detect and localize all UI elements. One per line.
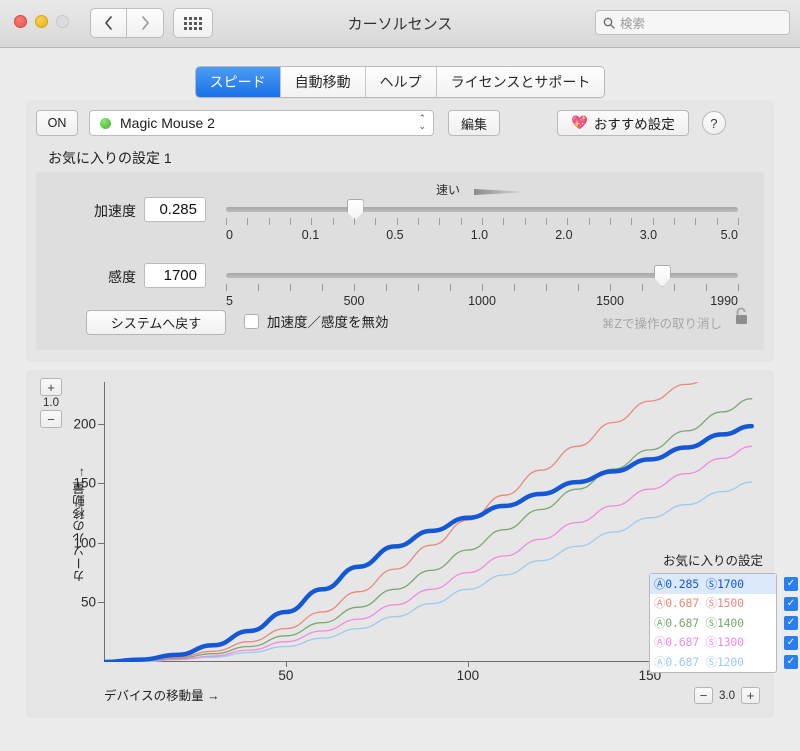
sensitivity-value-field[interactable]: 1700 [144, 263, 206, 288]
legend-visibility-checkbox[interactable]: ✓ [784, 635, 798, 650]
legend-visibility-checkbox[interactable]: ✓ [784, 655, 798, 669]
cursorsense-window: カーソルセンス 検索 スピード 自動移動 ヘルプ ライセンスとサポート ON M… [0, 0, 800, 751]
legend-label: Ⓐ0.687 Ⓢ1400 [654, 615, 744, 630]
legend-row[interactable]: Ⓐ0.285 Ⓢ1700 [650, 574, 776, 594]
y-axis-tick [98, 423, 104, 425]
y-axis-tick-label: 200 [73, 416, 96, 432]
legend-label: Ⓐ0.687 Ⓢ1500 [654, 596, 744, 611]
plot-area: 50 100 150 200 50 100 150 お気に入りの設定 Ⓐ0.285 Ⓢ17… [73, 382, 798, 683]
x-axis-tick-label: 50 [278, 668, 294, 683]
legend-row[interactable]: Ⓐ0.687 Ⓢ1400 [650, 613, 776, 633]
sensitivity-label: 感度 [108, 269, 136, 285]
sensitivity-slider-row: 感度 1700 5 500 1000 1500 1990 [36, 260, 764, 316]
legend-item[interactable]: Ⓐ0.687 Ⓢ1300 ✓ [650, 633, 798, 653]
horizontal-zoom-value: 3.0 [719, 689, 735, 702]
legend-label: Ⓐ0.687 Ⓢ1300 [654, 635, 744, 650]
legend-row[interactable]: Ⓐ0.687 Ⓢ1200 [650, 652, 776, 672]
x-axis-title: デバイスの移動量 → [104, 689, 220, 703]
legend-row[interactable]: Ⓐ0.687 Ⓢ1300 [650, 633, 776, 653]
graph-panel: + 1.0 − カーソルの移動量 → デバイスの移動量 → 50 100 150 20… [26, 370, 798, 718]
vertical-zoom-controls: + 1.0 − [38, 378, 64, 428]
sensitivity-tick-labels: 5 500 1000 1500 1990 [226, 294, 738, 308]
curve-0.687-1500 [104, 382, 699, 662]
device-toolbar: ON Magic Mouse 2 ⌃ ⌄ 編集 💖 おすすめ設定 ? [36, 110, 726, 136]
legend-row[interactable]: Ⓐ0.687 Ⓢ1500 [650, 594, 776, 614]
legend: お気に入りの設定 Ⓐ0.285 Ⓢ1700 ✓ Ⓐ0.687 Ⓢ1500 ✓ Ⓐ0.68… [649, 550, 798, 673]
chevron-updown-icon: ⌃ ⌄ [418, 113, 426, 131]
search-icon [603, 17, 615, 29]
disable-accel-sens-label: 加速度／感度を無効 [267, 315, 389, 330]
reset-to-system-button[interactable]: システムへ戻す [86, 310, 226, 335]
disable-accel-sens-checkbox-group[interactable]: 加速度／感度を無効 [244, 311, 389, 331]
sensitivity-tick-marks [226, 284, 739, 291]
legend-item[interactable]: Ⓐ0.687 Ⓢ1500 ✓ [650, 594, 798, 614]
edit-button[interactable]: 編集 [448, 110, 500, 136]
device-select[interactable]: Magic Mouse 2 ⌃ ⌄ [89, 110, 434, 136]
legend-item[interactable]: Ⓐ0.687 Ⓢ1200 ✓ [650, 652, 798, 672]
legend-item[interactable]: Ⓐ0.687 Ⓢ1400 ✓ [650, 613, 798, 633]
tab-speed[interactable]: スピード [195, 67, 281, 97]
acceleration-tick-marks [226, 218, 739, 225]
favorite-setting-label: お気に入りの設定 1 [48, 150, 172, 166]
vertical-zoom-in-button[interactable]: + [40, 378, 62, 396]
unlock-icon[interactable] [733, 306, 750, 326]
acceleration-value-field[interactable]: 0.285 [144, 197, 206, 222]
heart-icon: 💖 [571, 115, 588, 130]
legend-label: Ⓐ0.285 Ⓢ1700 [654, 576, 744, 591]
recommended-settings-button[interactable]: 💖 おすすめ設定 [557, 110, 689, 136]
y-axis-tick [98, 483, 104, 485]
on-toggle-button[interactable]: ON [36, 110, 78, 136]
legend-title: お気に入りの設定 [662, 554, 763, 568]
legend-visibility-checkbox[interactable]: ✓ [784, 616, 798, 630]
legend-visibility-checkbox[interactable]: ✓ [784, 577, 798, 591]
undo-hint-label: ⌘Zで操作の取り消し [601, 317, 722, 331]
horizontal-zoom-out-button[interactable]: − [694, 687, 713, 704]
x-axis-tick [467, 662, 469, 667]
tab-automove[interactable]: 自動移動 [280, 67, 366, 97]
vertical-zoom-value: 1.0 [43, 397, 59, 409]
recommended-settings-label: おすすめ設定 [593, 117, 675, 132]
y-axis-tick-label: 150 [73, 475, 96, 491]
search-input[interactable]: 検索 [595, 10, 790, 35]
y-axis-tick [98, 602, 104, 604]
tab-license-support[interactable]: ライセンスとサポート [436, 67, 605, 97]
acceleration-slider-track[interactable] [226, 207, 738, 212]
acceleration-tick-labels: 0 0.1 0.5 1.0 2.0 3.0 5.0 [226, 228, 738, 242]
title-bar: カーソルセンス 検索 [0, 0, 800, 48]
legend-label: Ⓐ0.687 Ⓢ1200 [654, 654, 744, 669]
help-button[interactable]: ? [701, 111, 726, 135]
y-axis-tick-label: 50 [80, 594, 96, 610]
search-placeholder: 検索 [620, 17, 646, 31]
horizontal-zoom-in-button[interactable]: + [741, 687, 760, 704]
horizontal-zoom-controls: − 3.0 + [694, 687, 760, 704]
y-axis-tick-label: 100 [73, 535, 96, 551]
legend-item[interactable]: Ⓐ0.285 Ⓢ1700 ✓ [650, 574, 798, 594]
legend-list: Ⓐ0.285 Ⓢ1700 ✓ Ⓐ0.687 Ⓢ1500 ✓ Ⓐ0.687 Ⓢ1400 ✓ Ⓐ… [649, 573, 798, 673]
slider-group: 速い 加速度 0.285 0 0.1 0.5 1.0 2.0 3.0 5.0 感度 1700… [36, 172, 764, 350]
acceleration-slider-row: 加速度 0.285 0 0.1 0.5 1.0 2.0 3.0 5.0 [36, 194, 764, 250]
device-name-label: Magic Mouse 2 [120, 115, 215, 131]
acceleration-label: 加速度 [94, 203, 136, 219]
settings-panel: ON Magic Mouse 2 ⌃ ⌄ 編集 💖 おすすめ設定 ? お気に入りの… [26, 100, 774, 362]
tab-help[interactable]: ヘルプ [365, 67, 437, 97]
disable-accel-sens-checkbox[interactable] [244, 313, 259, 329]
y-axis-tick [98, 542, 104, 544]
x-axis-tick-label: 100 [456, 668, 480, 683]
vertical-zoom-out-button[interactable]: − [40, 410, 62, 428]
x-axis-tick [285, 662, 287, 667]
legend-visibility-checkbox[interactable]: ✓ [784, 596, 798, 611]
device-status-icon [100, 117, 111, 129]
tab-bar: スピード 自動移動 ヘルプ ライセンスとサポート [0, 66, 800, 98]
